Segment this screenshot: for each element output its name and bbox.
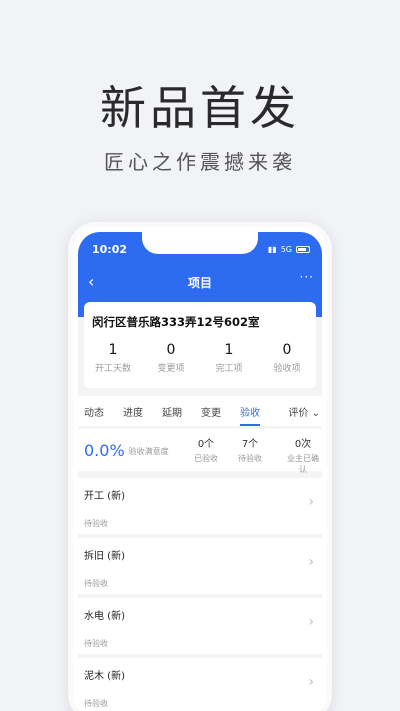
summary-label: 已验收 <box>194 454 218 463</box>
tagline: 匠心之作震撼来袭 <box>104 150 296 174</box>
nav-bar: ‹ 项目 ··· <box>78 270 322 294</box>
stat-item[interactable]: 0 变更项 <box>142 342 200 374</box>
list-item[interactable]: 水电 (新) 待验收 › <box>78 598 322 654</box>
summary-label: 业主已确认 <box>287 454 319 474</box>
chevron-right-icon: › <box>308 614 314 630</box>
acceptance-summary: 0.0% 验收满意度 0个 已验收 7个 待验收 0次 业主已确认 <box>78 429 322 474</box>
project-card: 闵行区普乐路333弄12号602室 1 开工天数 0 变更项 1 完工项 0 验… <box>84 302 316 388</box>
item-status: 待验收 <box>84 639 108 648</box>
headline: 新品首发 <box>100 81 300 135</box>
tab-acceptance[interactable]: 验收 <box>240 404 260 426</box>
acceptance-list: 开工 (新) 待验收 › 拆旧 (新) 待验收 › 水电 (新) 待验收 › 泥… <box>78 478 322 711</box>
tab-review[interactable]: 评价 ⌄ <box>288 404 320 419</box>
list-item[interactable]: 泥木 (新) 待验收 › <box>78 658 322 711</box>
stat-item[interactable]: 1 开工天数 <box>84 342 142 374</box>
back-icon[interactable]: ‹ <box>88 272 94 291</box>
status-icons: ▮▮ 5G <box>268 245 310 254</box>
stat-label: 完工项 <box>215 364 243 374</box>
battery-icon <box>296 245 310 253</box>
list-item[interactable]: 开工 (新) 待验收 › <box>78 478 322 534</box>
item-status: 待验收 <box>84 699 108 708</box>
stat-label: 验收项 <box>273 364 301 374</box>
tab-dynamics[interactable]: 动态 <box>84 404 104 419</box>
stat-item[interactable]: 1 完工项 <box>200 342 258 374</box>
summary-value: 0次 <box>294 439 312 450</box>
satisfaction-percent: 0.0% <box>84 440 125 460</box>
item-name: 泥木 (新) <box>84 671 125 682</box>
item-status: 待验收 <box>84 579 108 588</box>
summary-value: 0个 <box>197 439 215 450</box>
status-bar: 10:02 ▮▮ 5G <box>92 242 310 256</box>
project-stats: 1 开工天数 0 变更项 1 完工项 0 验收项 <box>84 342 316 374</box>
nav-title: 项目 <box>187 275 212 290</box>
item-name: 水电 (新) <box>84 611 125 622</box>
project-address: 闵行区普乐路333弄12号602室 <box>92 315 260 329</box>
stat-value: 1 <box>224 342 234 358</box>
summary-label: 待验收 <box>238 454 262 463</box>
app-screen: 10:02 ▮▮ 5G ‹ 项目 ··· 闵行区普乐路333弄12号602室 1… <box>78 232 322 711</box>
summary-item: 7个 待验收 <box>238 435 262 464</box>
stat-label: 变更项 <box>157 364 185 374</box>
item-name: 拆旧 (新) <box>84 551 125 562</box>
chevron-right-icon: › <box>308 494 314 510</box>
signal-icon: ▮▮ <box>267 244 277 254</box>
more-icon[interactable]: ··· <box>300 270 314 284</box>
network-label: 5G <box>280 244 292 254</box>
chevron-right-icon: › <box>308 554 314 570</box>
tab-change[interactable]: 变更 <box>201 404 221 419</box>
chevron-down-icon: ⌄ <box>311 407 320 419</box>
stat-item[interactable]: 0 验收项 <box>258 342 316 374</box>
tab-review-label: 评价 <box>288 407 309 419</box>
phone-mockup: 10:02 ▮▮ 5G ‹ 项目 ··· 闵行区普乐路333弄12号602室 1… <box>68 222 332 711</box>
summary-item: 0个 已验收 <box>194 435 218 464</box>
satisfaction-label: 验收满意度 <box>128 447 169 456</box>
summary-item: 0次 业主已确认 <box>284 435 322 475</box>
chevron-right-icon: › <box>308 674 314 690</box>
stat-value: 0 <box>166 342 176 358</box>
tab-progress[interactable]: 进度 <box>123 404 143 419</box>
stat-value: 1 <box>108 342 118 358</box>
tab-bar: 动态 进度 延期 变更 验收 评价 ⌄ <box>78 396 322 426</box>
status-time: 10:02 <box>92 242 128 256</box>
tab-delay[interactable]: 延期 <box>162 404 182 419</box>
summary-value: 7个 <box>241 439 259 450</box>
list-item[interactable]: 拆旧 (新) 待验收 › <box>78 538 322 594</box>
stat-label: 开工天数 <box>94 364 131 374</box>
item-name: 开工 (新) <box>84 491 125 502</box>
stat-value: 0 <box>282 342 292 358</box>
item-status: 待验收 <box>84 519 108 528</box>
